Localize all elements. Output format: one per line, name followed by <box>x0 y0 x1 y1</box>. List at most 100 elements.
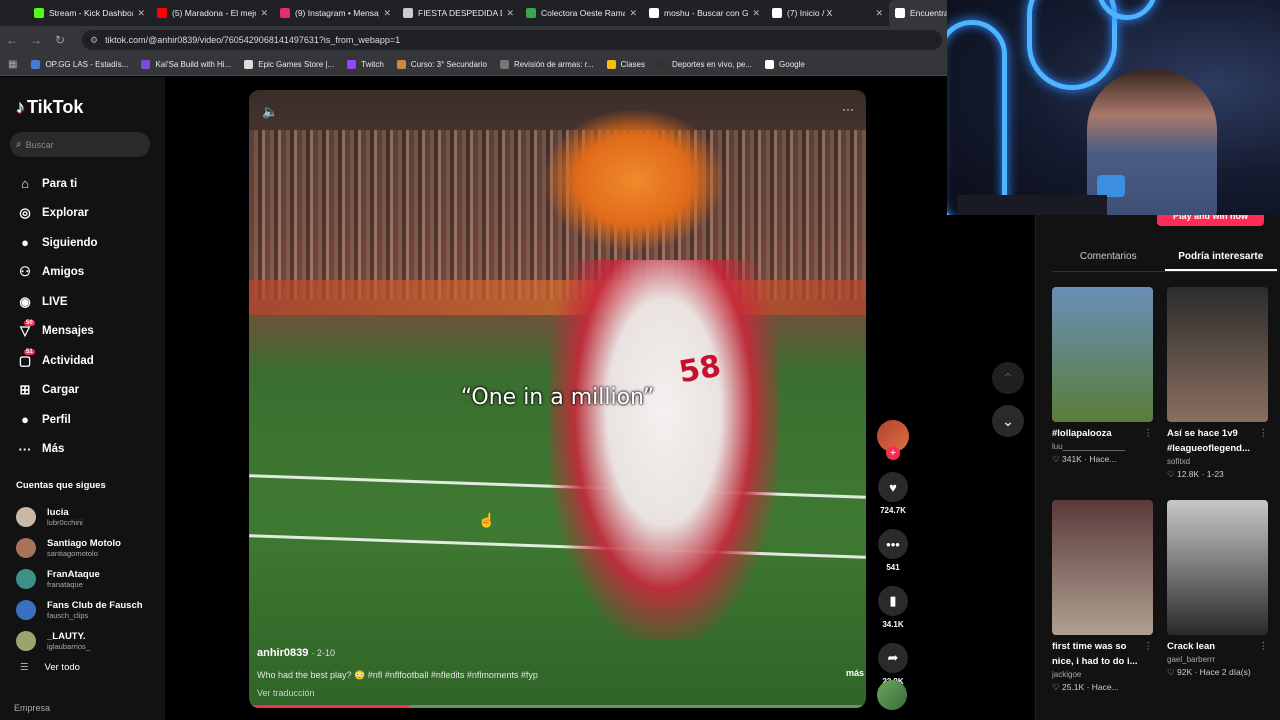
follow-plus-icon[interactable]: + <box>886 446 900 460</box>
video-author[interactable]: anhir0839 · 2-10 <box>257 647 857 659</box>
tab-favicon-icon <box>280 8 290 18</box>
bookmark-item[interactable]: Google <box>765 60 805 69</box>
card-likes: 25.1K <box>1061 682 1085 692</box>
sidebar-item[interactable]: ◉ LIVE <box>14 287 164 317</box>
comment-action[interactable]: ••• 541 <box>875 529 911 572</box>
right-panel-tab[interactable]: Comentarios <box>1052 244 1165 271</box>
sidebar-item[interactable]: ● Siguiendo <box>14 228 164 258</box>
close-tab-icon[interactable]: ✕ <box>752 8 760 19</box>
bookmark-item[interactable]: Curso: 3° Secundario <box>396 60 487 69</box>
description-more-link[interactable]: más <box>846 668 864 678</box>
video-description: Who had the best play? 😳 #nfl #nflfootba… <box>257 670 538 680</box>
save-action[interactable]: ▮ 34.1K <box>875 586 911 629</box>
back-icon[interactable]: ← <box>0 33 24 47</box>
bookmark-item[interactable]: Revisión de armas: r... <box>499 60 594 69</box>
following-account[interactable]: lucia lubr0cchini <box>16 501 164 532</box>
card-menu-icon[interactable]: ⋮ <box>1144 639 1154 654</box>
browser-tab[interactable]: (7) Inicio / X ✕ <box>766 0 889 26</box>
browser-tab[interactable]: (9) Instagram • Mensajes ✕ <box>274 0 397 26</box>
bookmark-label: Kai'Sa Build with Hi... <box>155 60 232 69</box>
right-panel-tab[interactable]: Podría interesarte <box>1164 244 1277 271</box>
bookmark-item[interactable]: Kai'Sa Build with Hi... <box>141 60 231 69</box>
volume-icon[interactable]: 🔈 <box>262 104 278 120</box>
footer-empresa-link[interactable]: Empresa <box>14 703 50 713</box>
card-title[interactable]: Crack lean ⋮ <box>1167 639 1268 654</box>
url-field[interactable]: ⚙ tiktok.com/@anhir0839/video/7605429068… <box>82 30 942 50</box>
card-title[interactable]: Así se hace 1v9 #leagueoflegend... ⋮ <box>1167 426 1268 456</box>
heart-outline-icon: ♡ <box>1167 667 1177 677</box>
video-player[interactable]: 58 “One in a million” 🔈 ··· anhir0839 · … <box>249 90 866 708</box>
more-options-icon[interactable]: ··· <box>842 102 854 116</box>
suggested-video-card[interactable]: Crack lean ⋮ gael_barberrr ♡ 92K · Hace 2 d… <box>1167 500 1268 678</box>
browser-tab[interactable]: Colectora Oeste Ramal ✕ <box>520 0 643 26</box>
browser-tab[interactable]: (5) Maradona - El mejor ✕ <box>151 0 274 26</box>
card-title[interactable]: first time was so nice, i had to do i...… <box>1052 639 1153 669</box>
browser-tab[interactable]: FIESTA DESPEDIDA DE ✕ <box>397 0 520 26</box>
following-account[interactable]: _LAUTY. iglaubarrios_ <box>16 625 164 656</box>
close-tab-icon[interactable]: ✕ <box>629 8 637 19</box>
sidebar-item[interactable]: ● Perfil <box>14 405 164 435</box>
following-account[interactable]: Fans Club de Fausch fausch_clips <box>16 594 164 625</box>
author-avatar[interactable]: + <box>877 420 909 460</box>
search-input[interactable]: ⌕ Buscar <box>10 132 150 157</box>
sidebar-item[interactable]: ▽ 50 Mensajes <box>14 317 164 347</box>
share-icon[interactable]: ➦ <box>878 643 908 673</box>
tiktok-logo[interactable]: ♪ TikTok <box>16 97 83 118</box>
close-tab-icon[interactable]: ✕ <box>260 8 268 19</box>
video-thumbnail[interactable] <box>1167 500 1268 635</box>
close-tab-icon[interactable]: ✕ <box>383 8 391 19</box>
card-menu-icon[interactable]: ⋮ <box>1144 426 1154 441</box>
bookmark-item[interactable]: Deportes en vivo, pe... <box>657 60 752 69</box>
video-progress-bar[interactable] <box>249 705 866 708</box>
card-menu-icon[interactable]: ⋮ <box>1259 639 1269 654</box>
card-menu-icon[interactable]: ⋮ <box>1259 426 1269 441</box>
sidebar-item[interactable]: ⊞ Cargar <box>14 376 164 406</box>
card-username[interactable]: gael_barberrr <box>1167 655 1268 664</box>
bookmark-item[interactable]: Clases <box>606 60 645 69</box>
like-action[interactable]: ♥ 724.7K <box>875 472 911 515</box>
video-thumbnail[interactable] <box>1052 500 1153 635</box>
comment-icon[interactable]: ••• <box>878 529 908 559</box>
close-tab-icon[interactable]: ✕ <box>875 8 883 19</box>
forward-icon[interactable]: → <box>24 33 48 47</box>
browser-tab[interactable]: moshu - Buscar con Google✕ <box>643 0 766 26</box>
bookmark-item[interactable]: OP.GG LAS - Estadís... <box>31 60 128 69</box>
card-meta: ♡ 25.1K · Hace... <box>1052 682 1119 692</box>
sidebar-nav: ⌂ Para ti ◎ Explorar ● Siguiendo ⚇ Amigos ◉ LIVE ▽… <box>14 169 164 464</box>
sidebar-item[interactable]: ▢ 51 Actividad <box>14 346 164 376</box>
sidebar-item[interactable]: ⚇ Amigos <box>14 258 164 288</box>
heart-icon[interactable]: ♥ <box>878 472 908 502</box>
card-title[interactable]: #lollapalooza ⋮ <box>1052 426 1153 441</box>
see-translation-link[interactable]: Ver traducción <box>257 688 857 698</box>
friends-icon: ⚇ <box>19 264 31 280</box>
see-all-link[interactable]: ☰ Ver todo <box>20 662 80 673</box>
card-username[interactable]: jackigoe <box>1052 670 1153 679</box>
sidebar-item[interactable]: ⌂ Para ti <box>14 169 164 199</box>
next-video-arrow-icon[interactable]: ⌄ <box>992 405 1024 437</box>
streamer-keyboard <box>957 195 1107 215</box>
following-account[interactable]: Santiago Motolo santiagomotolo <box>16 532 164 563</box>
video-thumbnail[interactable] <box>1052 287 1153 422</box>
suggested-video-card[interactable]: #lollapalooza ⋮ luu______________ ♡ 341K · … <box>1052 287 1153 465</box>
close-tab-icon[interactable]: ✕ <box>137 8 145 19</box>
upload-icon: ⊞ <box>19 382 31 398</box>
sound-disc-avatar[interactable] <box>877 680 907 710</box>
video-thumbnail[interactable] <box>1167 287 1268 422</box>
reload-icon[interactable]: ↻ <box>48 33 72 47</box>
following-account[interactable]: FranAtaque franataque <box>16 563 164 594</box>
bookmark-item[interactable]: Epic Games Store |... <box>244 60 334 69</box>
previous-video-arrow-icon[interactable]: ⌃ <box>992 362 1024 394</box>
site-info-icon[interactable]: ⚙ <box>90 35 98 46</box>
close-tab-icon[interactable]: ✕ <box>506 8 514 19</box>
card-username[interactable]: sofitxd <box>1167 457 1268 466</box>
bookmark-item[interactable]: Twitch <box>347 60 384 69</box>
suggested-video-card[interactable]: Así se hace 1v9 #leagueoflegend... ⋮ sofit… <box>1167 287 1268 480</box>
bookmark-icon[interactable]: ▮ <box>878 586 908 616</box>
sidebar-item[interactable]: ··· Más <box>14 435 164 465</box>
card-username[interactable]: luu______________ <box>1052 442 1153 451</box>
apps-grid-icon[interactable]: ▦ <box>8 59 17 70</box>
browser-tab[interactable]: Stream - Kick Dashboard ✕ <box>28 0 151 26</box>
comment-count: 541 <box>886 563 900 572</box>
suggested-video-card[interactable]: first time was so nice, i had to do i...… <box>1052 500 1153 693</box>
sidebar-item[interactable]: ◎ Explorar <box>14 199 164 229</box>
